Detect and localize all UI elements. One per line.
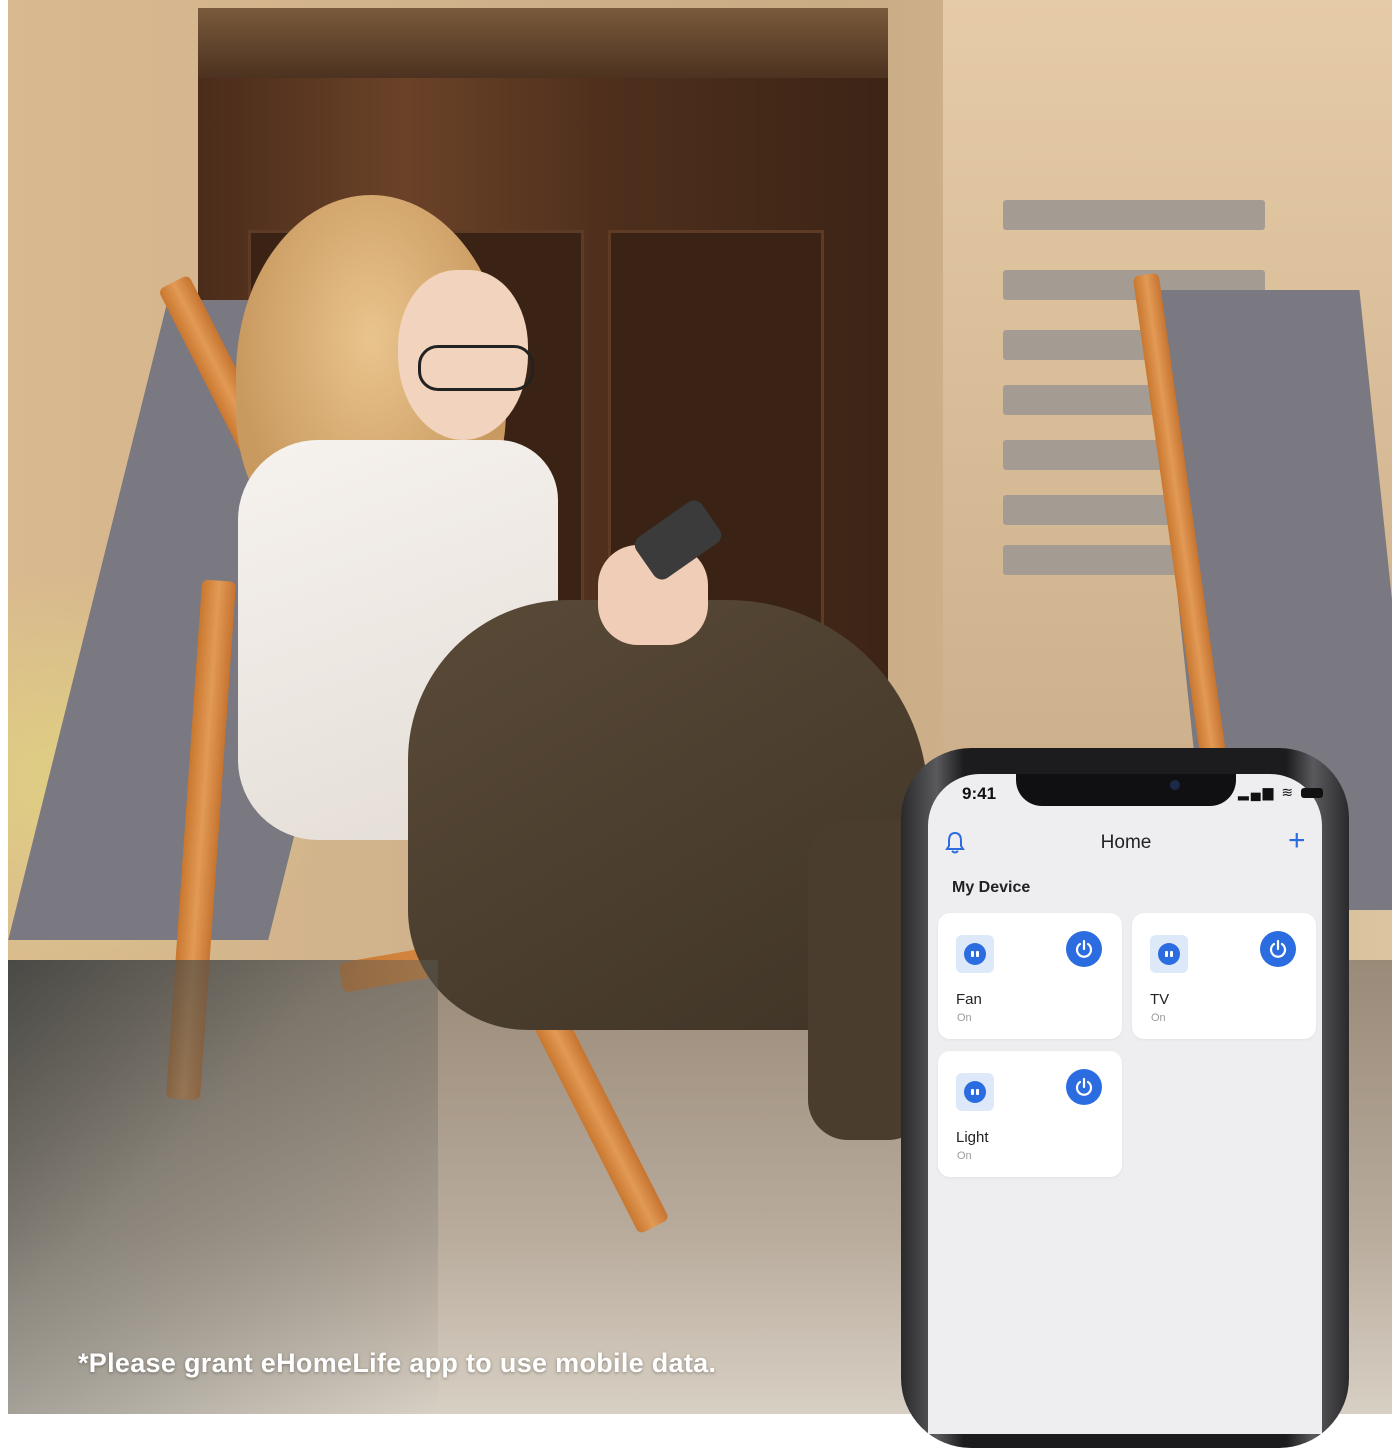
device-status: On	[957, 1150, 972, 1162]
phone-notch	[1016, 774, 1236, 806]
device-card-light[interactable]: Light On	[938, 1051, 1122, 1177]
plug-icon	[956, 935, 994, 973]
battery-icon	[1300, 788, 1323, 799]
power-button[interactable]	[1066, 931, 1102, 967]
camera-icon	[1170, 780, 1180, 790]
page-title: Home	[1100, 832, 1152, 853]
device-status: On	[1151, 1012, 1166, 1024]
status-time: 9:41	[962, 784, 997, 803]
power-icon	[1075, 1077, 1093, 1096]
power-button[interactable]	[1066, 1069, 1102, 1105]
power-button[interactable]	[1260, 931, 1296, 967]
power-icon	[1075, 939, 1093, 958]
signal-icon: ▂▄▆	[1238, 784, 1276, 800]
device-status: On	[957, 1012, 972, 1024]
disclaimer-text: *Please grant eHomeLife app to use mobil…	[78, 1348, 717, 1378]
wifi-icon: ≋	[1281, 784, 1296, 800]
bell-icon[interactable]	[944, 830, 966, 854]
power-icon	[1269, 939, 1287, 958]
foreground-chair-blur	[8, 960, 438, 1414]
add-device-button[interactable]: +	[1288, 826, 1306, 856]
plug-icon	[956, 1073, 994, 1111]
device-name: Fan	[956, 991, 982, 1008]
device-card-fan[interactable]: Fan On	[938, 913, 1122, 1039]
status-icons: ▂▄▆ ≋	[1238, 784, 1323, 801]
device-name: Light	[956, 1129, 989, 1146]
door-lintel	[198, 8, 888, 78]
plug-icon	[1150, 935, 1188, 973]
section-title: My Device	[952, 879, 1031, 896]
device-card-tv[interactable]: TV On	[1132, 913, 1316, 1039]
glasses	[418, 345, 534, 391]
device-name: TV	[1150, 991, 1170, 1008]
